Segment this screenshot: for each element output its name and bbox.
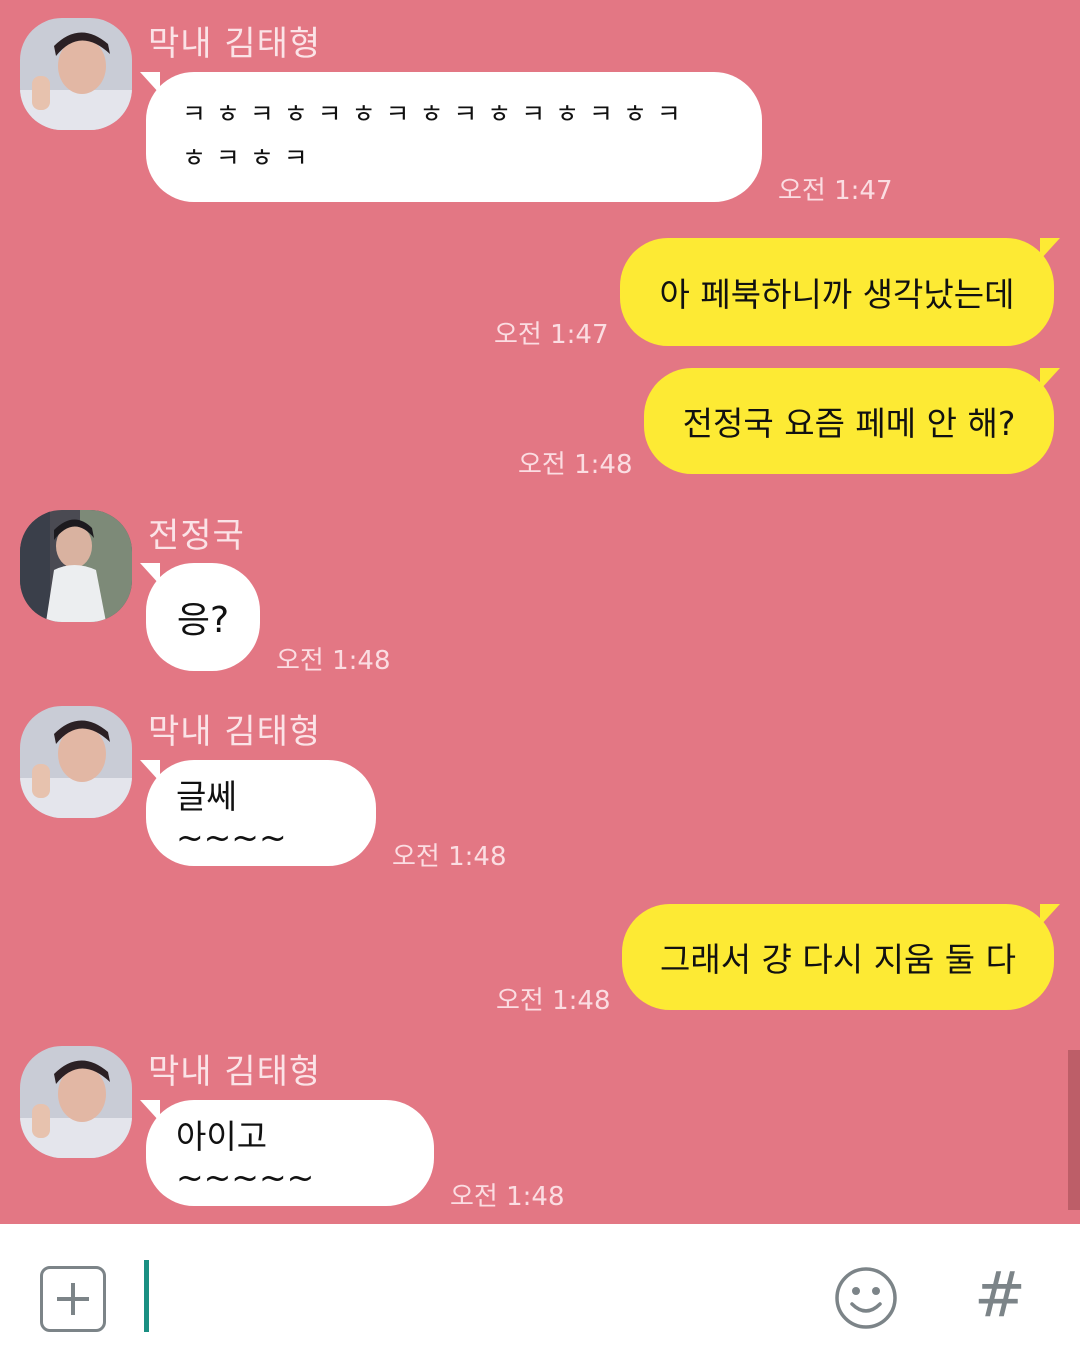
scrollbar[interactable] [1068,1050,1080,1210]
message-bubble[interactable]: 응? [140,563,260,671]
message-bubble[interactable]: 그래서 걍 다시 지움 둘 다 [622,904,1060,1010]
message-bubble[interactable]: 아 페북하니까 생각났는데 [620,238,1060,346]
message-bubble[interactable]: ㅋㅎㅋㅎㅋㅎㅋㅎㅋㅎㅋㅎㅋㅎㅋ ㅎㅋㅎㅋ [140,72,762,202]
message-time: 오전 1:48 [450,1182,565,1212]
sender-avatar[interactable] [20,18,132,130]
message-text: 전정국 요즘 페메 안 해? [682,404,1016,443]
message-time: 오전 1:48 [392,842,507,872]
sender-name: 막내 김태형 [148,24,322,64]
message-time: 오전 1:48 [276,646,391,676]
plus-square-icon[interactable] [40,1266,106,1332]
message-input-cursor[interactable] [144,1260,149,1332]
message-text: 아 페북하니까 생각났는데 [659,275,1015,314]
message-text: 그래서 걍 다시 지움 둘 다 [659,940,1017,979]
sender-avatar[interactable] [20,510,132,622]
message-text: 응? [176,600,230,641]
message-input-bar: # [0,1224,1080,1368]
message-time: 오전 1:47 [494,320,609,350]
message-text: ㅋㅎㅋㅎㅋㅎㅋㅎㅋㅎㅋㅎㅋㅎㅋ [182,100,691,130]
smiley-icon[interactable] [834,1266,898,1330]
message-text: 아이고~~~~~ [176,1116,315,1197]
sender-name: 전정국 [148,516,245,556]
message-time: 오전 1:47 [778,176,893,206]
chat-area[interactable]: 막내 김태형 ㅋㅎㅋㅎㅋㅎㅋㅎㅋㅎㅋㅎㅋㅎㅋ ㅎㅋㅎㅋ 오전 1:47 아 페북… [0,0,1080,1224]
message-bubble[interactable]: 글쎄~~~~ [140,760,376,866]
hashtag-button[interactable]: # [970,1260,1030,1330]
message-time: 오전 1:48 [518,450,633,480]
sender-name: 막내 김태형 [148,712,322,752]
sender-avatar[interactable] [20,706,132,818]
message-bubble[interactable]: 아이고~~~~~ [140,1100,434,1206]
message-text: 글쎄~~~~ [176,776,287,857]
sender-name: 막내 김태형 [148,1052,322,1092]
message-bubble[interactable]: 전정국 요즘 페메 안 해? [644,368,1060,474]
message-text-line-2: ㅎㅋㅎㅋ [182,144,318,174]
message-time: 오전 1:48 [496,986,611,1016]
sender-avatar[interactable] [20,1046,132,1158]
